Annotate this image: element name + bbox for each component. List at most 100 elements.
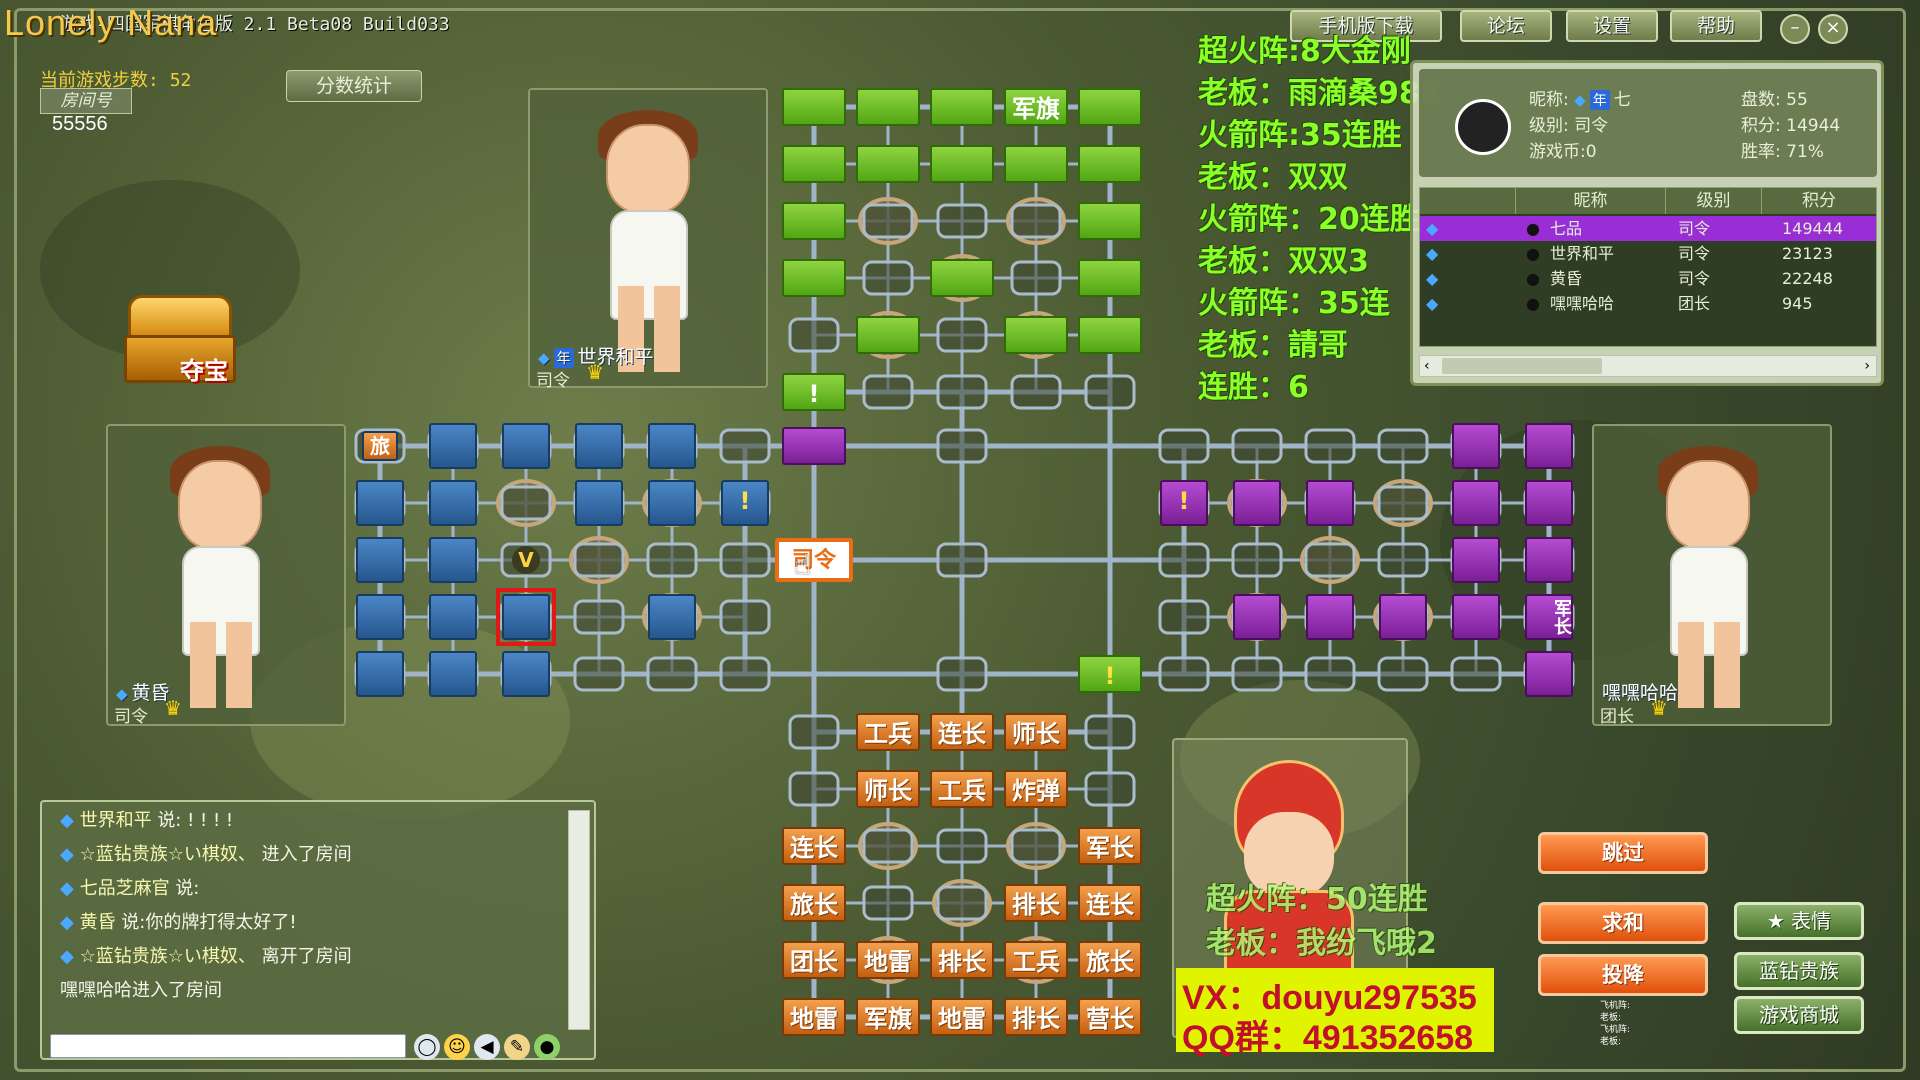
piece-north[interactable] [930, 259, 994, 297]
scroll-left-icon[interactable]: ‹ [1424, 356, 1430, 376]
piece-north[interactable] [1078, 202, 1142, 240]
peace-button[interactable]: 求和 [1538, 902, 1708, 944]
chat-scrollbar[interactable] [568, 810, 590, 1030]
piece-west[interactable] [429, 594, 477, 640]
piece-south[interactable]: 连长 [930, 713, 994, 751]
piece-south[interactable]: 团长 [782, 941, 846, 979]
piece-south[interactable]: 连长 [1078, 884, 1142, 922]
user-row[interactable]: ◆ ● 世界和平 司令 23123 [1420, 241, 1876, 266]
piece-east[interactable] [1525, 423, 1573, 469]
skip-button[interactable]: 跳过 [1538, 832, 1708, 874]
scrollbar-thumb[interactable] [1442, 358, 1602, 374]
surrender-button[interactable]: 投降 [1538, 954, 1708, 996]
piece-south[interactable]: 师长 [856, 770, 920, 808]
user-row[interactable]: ◆ ● 七品 司令 149444 [1420, 216, 1876, 241]
piece-south[interactable]: 营长 [1078, 998, 1142, 1036]
piece-south[interactable]: 地雷 [856, 941, 920, 979]
game-shop-button[interactable]: 游戏商城 [1734, 996, 1864, 1034]
piece-east[interactable] [1452, 480, 1500, 526]
piece-east[interactable] [1233, 480, 1281, 526]
piece-north[interactable] [856, 88, 920, 126]
piece-north[interactable] [1078, 145, 1142, 183]
piece-south[interactable]: 军长 [1078, 827, 1142, 865]
piece-west[interactable] [648, 423, 696, 469]
piece-west[interactable] [502, 423, 550, 469]
piece-north[interactable] [1078, 259, 1142, 297]
piece-south[interactable]: 旅长 [1078, 941, 1142, 979]
piece-north[interactable]: 军旗 [1004, 88, 1068, 126]
chat-user[interactable]: 世界和平 [80, 810, 152, 831]
emotion-button[interactable]: ★ 表情 [1734, 902, 1864, 940]
chat-input[interactable] [50, 1034, 406, 1058]
tool-icon[interactable]: ✎ [504, 1034, 530, 1060]
user-row[interactable]: ◆ ● 嘿嘿哈哈 团长 945 [1420, 291, 1876, 316]
piece-east[interactable] [1452, 423, 1500, 469]
piece-west[interactable] [429, 423, 477, 469]
piece-east[interactable] [1306, 480, 1354, 526]
piece-south[interactable]: 地雷 [782, 998, 846, 1036]
piece-west[interactable] [575, 423, 623, 469]
piece-south[interactable]: 工兵 [1004, 941, 1068, 979]
piece-south[interactable]: 排长 [1004, 998, 1068, 1036]
speaker-icon[interactable]: ◀ [474, 1034, 500, 1060]
chat-user[interactable]: 黄昏 [80, 912, 116, 933]
piece-east[interactable]: ! [1160, 480, 1208, 526]
piece-north[interactable] [1004, 145, 1068, 183]
piece-center[interactable]: ! [1078, 655, 1142, 693]
piece-north[interactable] [1078, 88, 1142, 126]
table-scrollbar[interactable]: ‹ › [1419, 355, 1877, 377]
scroll-right-icon[interactable]: › [1864, 356, 1870, 376]
piece-north[interactable] [1004, 316, 1068, 354]
piece-south[interactable]: 军旗 [856, 998, 920, 1036]
piece-south[interactable]: 排长 [930, 941, 994, 979]
piece-north[interactable] [782, 202, 846, 240]
piece-north[interactable] [930, 88, 994, 126]
piece-east[interactable] [1379, 594, 1427, 640]
col-nick[interactable]: 昵称 [1516, 188, 1666, 214]
chat-bubble-icon[interactable]: ◯ [414, 1034, 440, 1060]
vip-button[interactable]: 蓝钻贵族 [1734, 952, 1864, 990]
piece-north[interactable] [856, 316, 920, 354]
piece-south[interactable]: 排长 [1004, 884, 1068, 922]
piece-north[interactable] [782, 259, 846, 297]
piece-west[interactable]: ! [721, 480, 769, 526]
piece-center[interactable] [782, 427, 846, 465]
piece-east[interactable] [1452, 537, 1500, 583]
piece-north[interactable]: ! [782, 373, 846, 411]
chat-user[interactable]: ☆蓝钻贵族☆い棋奴、 [80, 844, 256, 865]
piece-south[interactable]: 炸弹 [1004, 770, 1068, 808]
piece-south[interactable]: 旅长 [782, 884, 846, 922]
piece-north[interactable] [856, 145, 920, 183]
chat-user[interactable]: 七品芝麻官 [80, 878, 170, 899]
piece-west[interactable] [356, 537, 404, 583]
piece-west[interactable]: 旅 [362, 431, 398, 461]
user-row[interactable]: ◆ ● 黄昏 司令 22248 [1420, 266, 1876, 291]
piece-east[interactable] [1525, 480, 1573, 526]
piece-north[interactable] [1078, 316, 1142, 354]
piece-south[interactable]: 连长 [782, 827, 846, 865]
piece-south[interactable]: 地雷 [930, 998, 994, 1036]
piece-west[interactable] [356, 480, 404, 526]
emoji-icon[interactable]: ☺ [444, 1034, 470, 1060]
piece-east[interactable]: 军长 [1525, 594, 1573, 640]
piece-west[interactable] [429, 480, 477, 526]
piece-east[interactable] [1452, 594, 1500, 640]
piece-west[interactable] [429, 537, 477, 583]
col-score[interactable]: 积分 [1762, 188, 1876, 214]
piece-east[interactable] [1233, 594, 1281, 640]
piece-west[interactable] [429, 651, 477, 697]
piece-south[interactable]: 师长 [1004, 713, 1068, 751]
piece-west[interactable] [648, 480, 696, 526]
piece-south[interactable]: 工兵 [930, 770, 994, 808]
piece-north[interactable] [930, 145, 994, 183]
piece-east[interactable] [1306, 594, 1354, 640]
chat-user[interactable]: ☆蓝钻贵族☆い棋奴、 [80, 946, 256, 967]
piece-north[interactable] [782, 145, 846, 183]
piece-center[interactable]: 司令 [775, 538, 853, 582]
piece-south[interactable]: 工兵 [856, 713, 920, 751]
col-rank[interactable]: 级别 [1666, 188, 1762, 214]
piece-west[interactable] [575, 480, 623, 526]
piece-east[interactable] [1525, 651, 1573, 697]
piece-west[interactable] [356, 651, 404, 697]
piece-west[interactable] [356, 594, 404, 640]
